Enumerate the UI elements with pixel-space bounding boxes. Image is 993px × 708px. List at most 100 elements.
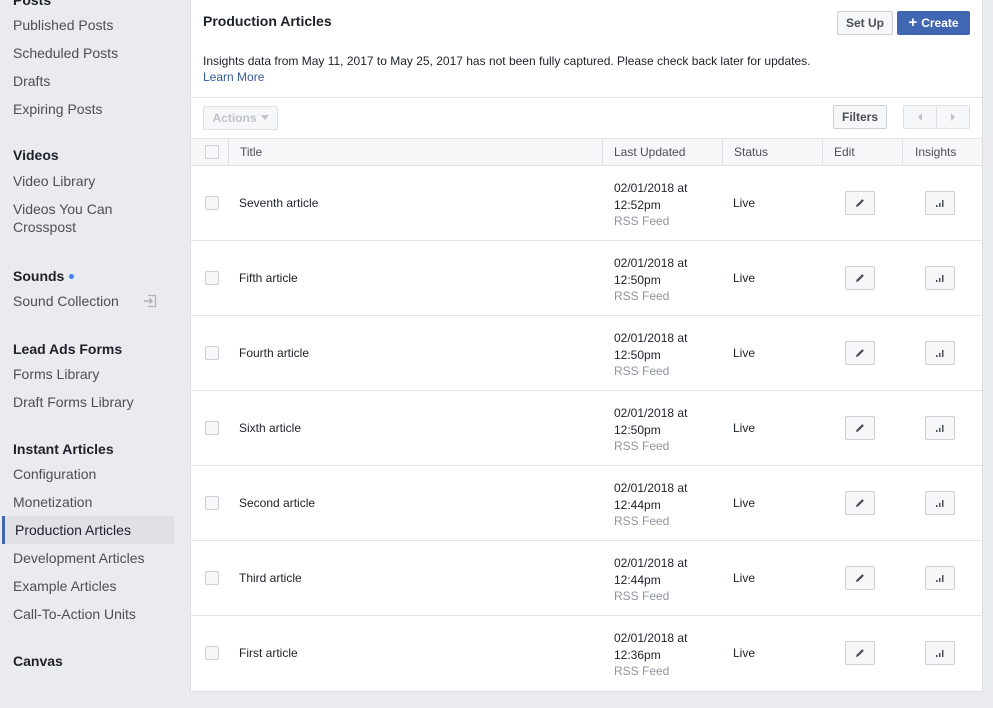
edit-button[interactable] <box>845 341 875 365</box>
sidebar-heading-label: Sounds <box>13 268 65 284</box>
article-title[interactable]: Fifth article <box>239 271 298 285</box>
article-source: RSS Feed <box>614 439 670 453</box>
sidebar-item-videos-you-can-crosspost[interactable]: Videos You Can Crosspost <box>0 195 140 241</box>
updated-date: 02/01/2018 at <box>614 481 688 495</box>
sidebar-item-monetization[interactable]: Monetization <box>0 488 174 516</box>
sidebar-heading: Lead Ads Forms <box>13 341 123 357</box>
sidebar-heading: Videos <box>13 147 59 163</box>
sidebar-heading[interactable]: Canvas <box>0 651 174 671</box>
row-checkbox[interactable] <box>205 346 219 360</box>
last-updated-cell: 02/01/2018 at 12:36pm RSS Feed <box>614 630 687 680</box>
sidebar-item-forms-library[interactable]: Forms Library <box>0 360 174 388</box>
updated-time: 12:50pm <box>614 272 661 287</box>
sidebar-item-draft-forms-library[interactable]: Draft Forms Library <box>0 388 174 416</box>
pencil-icon <box>856 349 864 357</box>
table-row: Sixth article 02/01/2018 at 12:50pm RSS … <box>191 391 982 466</box>
insights-button[interactable] <box>925 191 955 215</box>
edit-button[interactable] <box>845 641 875 665</box>
insights-button[interactable] <box>925 416 955 440</box>
insights-button[interactable] <box>925 341 955 365</box>
row-checkbox[interactable] <box>205 196 219 210</box>
edit-button[interactable] <box>845 566 875 590</box>
sidebar-item-development-articles[interactable]: Development Articles <box>0 544 174 572</box>
edit-button[interactable] <box>845 416 875 440</box>
sidebar-item-published-posts[interactable]: Published Posts <box>0 11 174 39</box>
table-row: Fourth article 02/01/2018 at 12:50pm RSS… <box>191 316 982 391</box>
sidebar-item-example-articles[interactable]: Example Articles <box>0 572 174 600</box>
bar-chart-icon <box>936 500 944 507</box>
production-articles-panel: Production Articles Set Up + Create Insig… <box>190 0 983 692</box>
sidebar-item-sound-collection[interactable]: Sound Collection <box>0 287 174 315</box>
bar-chart-icon <box>936 425 944 432</box>
pencil-icon <box>856 574 864 582</box>
article-title[interactable]: Seventh article <box>239 196 318 210</box>
article-title[interactable]: Fourth article <box>239 346 309 360</box>
create-button[interactable]: + Create <box>897 11 970 35</box>
article-source: RSS Feed <box>614 664 670 678</box>
bar-chart-icon <box>936 200 944 207</box>
updated-time: 12:44pm <box>614 497 661 512</box>
status-text: Live <box>733 496 756 510</box>
bar-chart-icon <box>936 350 944 357</box>
column-header-title[interactable]: Title <box>228 139 602 166</box>
sidebar-item-configuration[interactable]: Configuration <box>0 460 174 488</box>
header-select-cell <box>191 139 228 166</box>
article-source: RSS Feed <box>614 589 670 603</box>
sidebar-item-drafts[interactable]: Drafts <box>0 67 174 95</box>
column-header-status[interactable]: Status <box>722 139 822 166</box>
edit-button[interactable] <box>845 191 875 215</box>
article-title[interactable]: Third article <box>239 571 302 585</box>
article-title[interactable]: Sixth article <box>239 421 301 435</box>
updated-date: 02/01/2018 at <box>614 181 688 195</box>
status-text: Live <box>733 196 756 210</box>
row-checkbox[interactable] <box>205 496 219 510</box>
learn-more-link[interactable]: Learn More <box>203 69 923 85</box>
previous-page-button[interactable] <box>904 106 936 128</box>
sidebar-item-production-articles[interactable]: Production Articles <box>2 516 174 544</box>
edit-button[interactable] <box>845 266 875 290</box>
last-updated-cell: 02/01/2018 at 12:52pm RSS Feed <box>614 180 687 230</box>
insights-button[interactable] <box>925 641 955 665</box>
updated-date: 02/01/2018 at <box>614 406 688 420</box>
updated-time: 12:36pm <box>614 647 661 662</box>
updated-date: 02/01/2018 at <box>614 331 688 345</box>
insights-button[interactable] <box>925 491 955 515</box>
sidebar-item-expiring-posts[interactable]: Expiring Posts <box>0 95 174 123</box>
edit-button[interactable] <box>845 491 875 515</box>
status-text: Live <box>733 271 756 285</box>
column-header-edit: Edit <box>822 139 902 166</box>
table-row: Seventh article 02/01/2018 at 12:52pm RS… <box>191 166 982 241</box>
sidebar: Posts Published Posts Scheduled Posts Dr… <box>0 0 180 708</box>
row-checkbox[interactable] <box>205 646 219 660</box>
insights-button[interactable] <box>925 566 955 590</box>
external-link-icon[interactable] <box>143 294 157 308</box>
sidebar-item-video-library[interactable]: Video Library <box>0 167 174 195</box>
article-source: RSS Feed <box>614 514 670 528</box>
actions-label: Actions <box>212 111 257 125</box>
sidebar-item-call-to-action-units[interactable]: Call-To-Action Units <box>0 600 174 628</box>
table-row: Second article 02/01/2018 at 12:44pm RSS… <box>191 466 982 541</box>
insights-button[interactable] <box>925 266 955 290</box>
last-updated-cell: 02/01/2018 at 12:50pm RSS Feed <box>614 255 687 305</box>
last-updated-cell: 02/01/2018 at 12:50pm RSS Feed <box>614 330 687 380</box>
row-checkbox[interactable] <box>205 271 219 285</box>
notice-text: Insights data from May 11, 2017 to May 2… <box>203 54 811 68</box>
status-text: Live <box>733 571 756 585</box>
select-all-checkbox[interactable] <box>205 145 219 159</box>
chevron-left-icon <box>918 113 922 121</box>
row-checkbox[interactable] <box>205 571 219 585</box>
setup-button[interactable]: Set Up <box>837 11 893 35</box>
row-checkbox[interactable] <box>205 421 219 435</box>
next-page-button[interactable] <box>936 106 969 128</box>
article-title[interactable]: Second article <box>239 496 315 510</box>
article-title[interactable]: First article <box>239 646 298 660</box>
actions-dropdown[interactable]: Actions <box>203 106 278 130</box>
insights-notice: Insights data from May 11, 2017 to May 2… <box>203 53 923 85</box>
status-text: Live <box>733 646 756 660</box>
sidebar-item-scheduled-posts[interactable]: Scheduled Posts <box>0 39 174 67</box>
filters-button[interactable]: Filters <box>833 105 887 129</box>
sidebar-section-sounds: Sounds Sound Collection <box>0 266 174 315</box>
sidebar-section-instant-articles: Instant Articles Configuration Monetizat… <box>0 439 174 628</box>
column-header-last-updated[interactable]: Last Updated <box>602 139 722 166</box>
plus-icon: + <box>908 14 918 31</box>
